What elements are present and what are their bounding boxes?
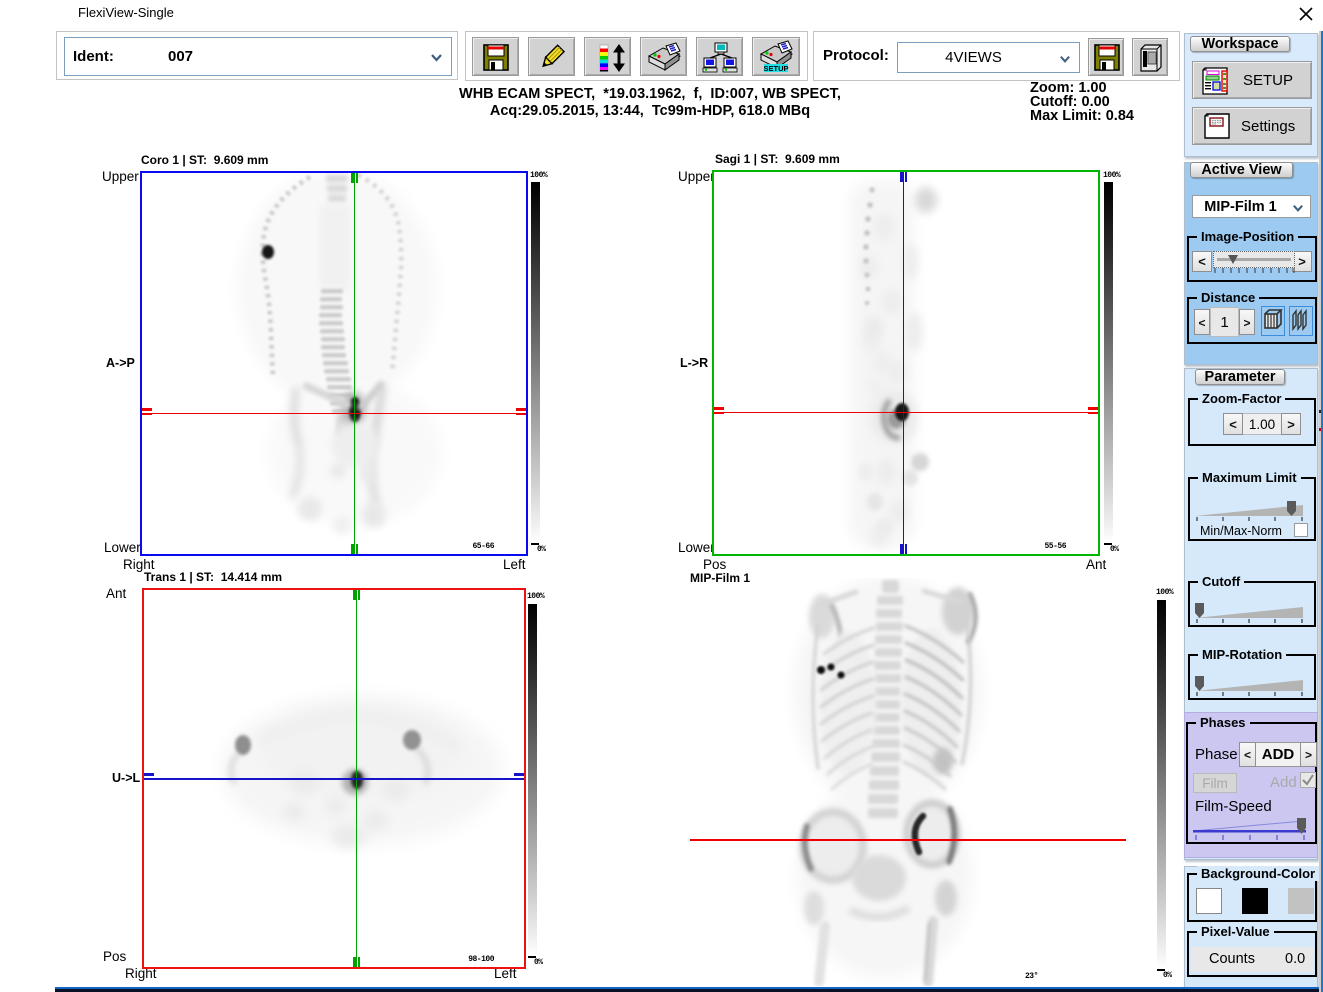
svg-text:SETUP: SETUP: [763, 64, 788, 73]
